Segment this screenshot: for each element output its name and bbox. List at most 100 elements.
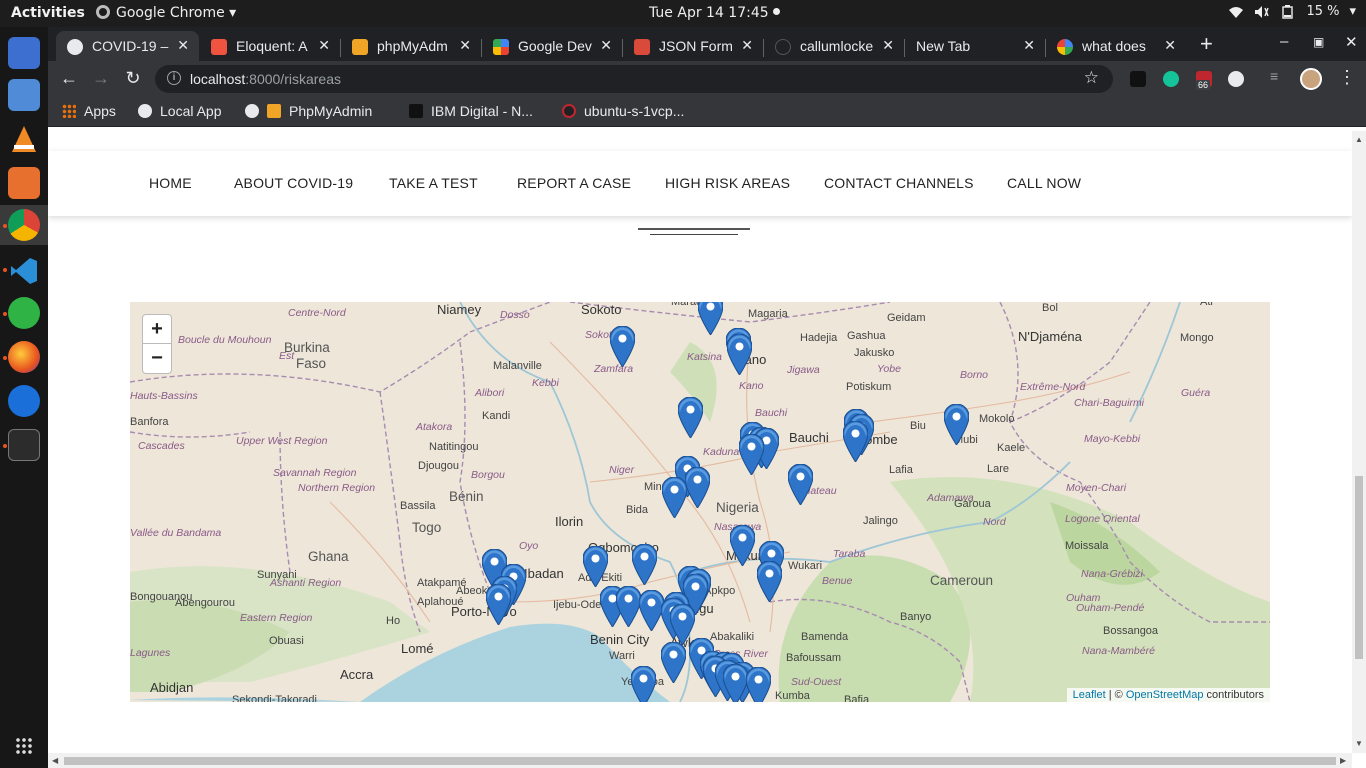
scroll-right-arrow[interactable]: ▶ bbox=[1340, 756, 1346, 765]
map-marker-icon[interactable] bbox=[630, 665, 657, 702]
nav-high-risk-areas[interactable]: HIGH RISK AREAS bbox=[665, 175, 790, 191]
software-center-icon[interactable] bbox=[8, 167, 40, 199]
map-marker-icon[interactable] bbox=[726, 333, 753, 376]
scroll-up-arrow[interactable]: ▲ bbox=[1355, 135, 1363, 144]
media-controls-icon[interactable]: ≡ bbox=[1270, 68, 1286, 84]
map-marker-icon[interactable] bbox=[684, 466, 711, 509]
horizontal-scroll-thumb[interactable] bbox=[64, 757, 1336, 765]
map-marker-icon[interactable] bbox=[787, 463, 814, 506]
back-button[interactable]: ← bbox=[58, 68, 80, 89]
firefox-icon[interactable] bbox=[8, 341, 40, 373]
chrome-menu-icon[interactable]: ⋮ bbox=[1338, 67, 1356, 88]
map-marker-icon[interactable] bbox=[943, 403, 970, 446]
map-marker-icon[interactable] bbox=[729, 524, 756, 567]
leaflet-link[interactable]: Leaflet bbox=[1073, 689, 1106, 701]
bookmark-apps[interactable]: Apps bbox=[62, 103, 116, 119]
grammarly-icon[interactable] bbox=[1163, 71, 1179, 87]
map-marker-icon[interactable] bbox=[738, 433, 765, 476]
map-marker-icon[interactable] bbox=[697, 302, 724, 336]
map-marker-icon[interactable] bbox=[609, 325, 636, 368]
profile-avatar[interactable] bbox=[1300, 68, 1322, 90]
activities-button[interactable]: Activities bbox=[11, 5, 85, 21]
tab-callumlocke[interactable]: callumlocke ✕ bbox=[764, 31, 904, 61]
clock[interactable]: Tue Apr 14 17:45 bbox=[649, 5, 780, 21]
scroll-down-arrow[interactable]: ▼ bbox=[1355, 739, 1363, 748]
new-tab-button[interactable]: + bbox=[1200, 31, 1213, 57]
text-document-icon[interactable] bbox=[8, 79, 40, 111]
vertical-scroll-thumb[interactable] bbox=[1355, 476, 1363, 659]
nav-call-now[interactable]: CALL NOW bbox=[1007, 175, 1081, 191]
map-place-label: Sud-Ouest bbox=[791, 676, 842, 688]
show-applications-icon[interactable] bbox=[15, 737, 33, 755]
bookmark-ibm[interactable]: IBM Digital - N... bbox=[409, 103, 533, 119]
chrome-icon bbox=[96, 5, 110, 19]
system-tray[interactable]: 15 % ▾ bbox=[1228, 4, 1356, 19]
tab-what-does[interactable]: what does ✕ bbox=[1046, 31, 1186, 61]
map-marker-icon[interactable] bbox=[582, 545, 609, 588]
forward-button[interactable]: → bbox=[90, 68, 112, 89]
map-place-label: Gashua bbox=[847, 330, 886, 342]
bookmark-phpmyadmin[interactable]: PhpMyAdmin bbox=[245, 103, 372, 119]
vlc-icon[interactable] bbox=[8, 123, 40, 155]
terminal-icon[interactable] bbox=[8, 429, 40, 461]
vertical-scrollbar[interactable]: ▲ ▼ bbox=[1352, 131, 1366, 753]
map-place-label: Garoua bbox=[954, 498, 991, 510]
files-manager-icon[interactable] bbox=[8, 37, 40, 69]
close-tab-icon[interactable]: ✕ bbox=[1164, 37, 1176, 54]
bookmark-ubuntu[interactable]: ubuntu-s-1vcp... bbox=[562, 103, 684, 119]
nav-contact-channels[interactable]: CONTACT CHANNELS bbox=[824, 175, 974, 191]
nav-report-a-case[interactable]: REPORT A CASE bbox=[517, 175, 631, 191]
close-tab-icon[interactable]: ✕ bbox=[459, 37, 471, 54]
bookmark-local-app[interactable]: Local App bbox=[138, 103, 222, 119]
tab-covid[interactable]: COVID-19 – ✕ bbox=[56, 31, 199, 61]
horizontal-scrollbar[interactable]: ◀ ▶ bbox=[48, 753, 1352, 768]
minimize-button[interactable]: – bbox=[1280, 33, 1288, 50]
map-marker-icon[interactable] bbox=[745, 666, 772, 702]
nav-home[interactable]: HOME bbox=[149, 175, 192, 191]
nav-about-covid[interactable]: ABOUT COVID-19 bbox=[234, 175, 353, 191]
map-marker-icon[interactable] bbox=[722, 663, 749, 702]
close-window-button[interactable]: ✕ bbox=[1345, 33, 1358, 51]
teamviewer-icon[interactable] bbox=[8, 385, 40, 417]
maximize-button[interactable]: ▣ bbox=[1313, 35, 1324, 49]
tab-eloquent[interactable]: Eloquent: A ✕ bbox=[200, 31, 340, 61]
extension-cube-icon[interactable] bbox=[1130, 71, 1146, 87]
close-tab-icon[interactable]: ✕ bbox=[177, 37, 189, 54]
extension-circle-icon[interactable] bbox=[1228, 71, 1244, 87]
map-marker-icon[interactable] bbox=[485, 583, 512, 626]
map-place-label: Moissala bbox=[1065, 540, 1109, 552]
close-tab-icon[interactable]: ✕ bbox=[600, 37, 612, 54]
map-marker-icon[interactable] bbox=[631, 543, 658, 586]
tab-json-formatter[interactable]: JSON Form ✕ bbox=[623, 31, 763, 61]
scroll-left-arrow[interactable]: ◀ bbox=[52, 756, 58, 765]
zoom-out-button[interactable]: − bbox=[142, 344, 172, 374]
bookmark-star-icon[interactable]: ☆ bbox=[1084, 68, 1099, 88]
vscode-icon[interactable] bbox=[8, 255, 40, 287]
tab-new-tab[interactable]: New Tab ✕ bbox=[905, 31, 1045, 61]
close-tab-icon[interactable]: ✕ bbox=[882, 37, 894, 54]
osm-link[interactable]: OpenStreetMap bbox=[1126, 689, 1204, 701]
tab-phpmyadmin[interactable]: phpMyAdm ✕ bbox=[341, 31, 481, 61]
app-menu[interactable]: Google Chrome ▾ bbox=[96, 5, 236, 21]
chrome-dock-icon[interactable] bbox=[8, 209, 40, 241]
gitkraken-icon[interactable] bbox=[8, 297, 40, 329]
map-marker-icon[interactable] bbox=[615, 585, 642, 628]
map-place-label: Bauchi bbox=[755, 407, 788, 419]
map-marker-icon[interactable] bbox=[661, 476, 688, 519]
volume-icon bbox=[1255, 5, 1270, 18]
map-marker-icon[interactable] bbox=[842, 420, 869, 463]
close-tab-icon[interactable]: ✕ bbox=[1023, 37, 1035, 54]
site-info-icon[interactable]: i bbox=[167, 71, 181, 85]
close-tab-icon[interactable]: ✕ bbox=[318, 37, 330, 54]
close-tab-icon[interactable]: ✕ bbox=[741, 37, 753, 54]
map-marker-icon[interactable] bbox=[677, 396, 704, 439]
url-host: localhost bbox=[190, 71, 246, 87]
risk-areas-map[interactable]: Niamey Sokoto Maradi Magaria Geidam Bol Ati Cen… bbox=[130, 302, 1270, 702]
address-bar[interactable]: i localhost:8000/riskareas ☆ bbox=[155, 65, 1113, 93]
zoom-in-button[interactable]: + bbox=[142, 314, 172, 344]
map-marker-icon[interactable] bbox=[660, 641, 687, 684]
tab-google-dev[interactable]: Google Dev ✕ bbox=[482, 31, 622, 61]
map-marker-icon[interactable] bbox=[756, 560, 783, 603]
nav-take-a-test[interactable]: TAKE A TEST bbox=[389, 175, 478, 191]
reload-button[interactable]: ↻ bbox=[122, 68, 144, 89]
